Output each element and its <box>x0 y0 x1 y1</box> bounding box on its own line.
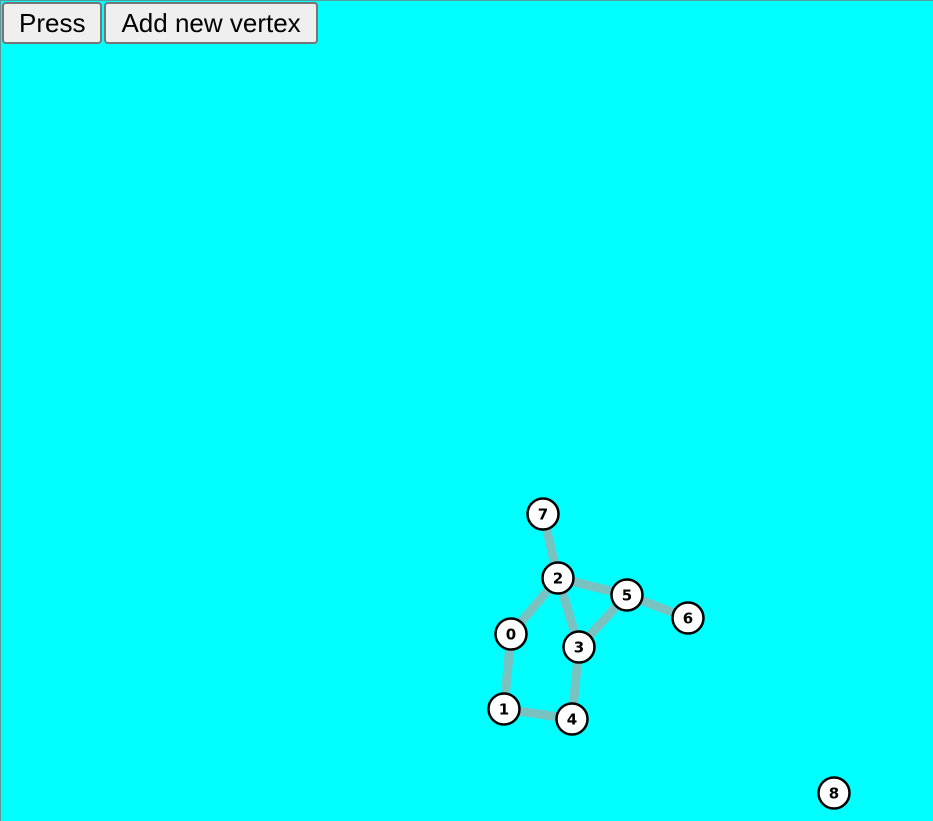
vertices-layer: 0 1 2 3 4 5 6 7 8 <box>487 497 851 810</box>
vertex-8[interactable]: 8 <box>817 776 851 810</box>
vertex-label: 3 <box>574 639 584 657</box>
vertex-5[interactable]: 5 <box>610 578 644 612</box>
vertex-label: 5 <box>622 587 632 605</box>
vertex-7[interactable]: 7 <box>526 497 560 531</box>
toolbar: Press Add new vertex <box>2 2 318 44</box>
vertex-label: 4 <box>567 711 577 729</box>
vertex-2[interactable]: 2 <box>541 561 575 595</box>
edges-layer <box>499 512 690 724</box>
vertex-label: 8 <box>829 785 839 803</box>
vertex-6[interactable]: 6 <box>671 601 705 635</box>
press-button[interactable]: Press <box>2 2 103 44</box>
add-new-vertex-button[interactable]: Add new vertex <box>104 2 318 44</box>
graph-canvas[interactable]: Press Add new vertex 0 1 2 3 4 5 6 7 8 <box>0 0 933 821</box>
vertex-1[interactable]: 1 <box>487 692 521 726</box>
vertex-label: 0 <box>506 626 516 644</box>
vertex-label: 1 <box>499 701 509 719</box>
vertex-0[interactable]: 0 <box>494 617 528 651</box>
vertex-label: 2 <box>553 570 563 588</box>
vertex-3[interactable]: 3 <box>562 630 596 664</box>
graph-svg: 0 1 2 3 4 5 6 7 8 <box>487 497 851 810</box>
vertex-4[interactable]: 4 <box>555 702 589 736</box>
vertex-label: 7 <box>538 506 548 524</box>
vertex-label: 6 <box>683 610 693 628</box>
